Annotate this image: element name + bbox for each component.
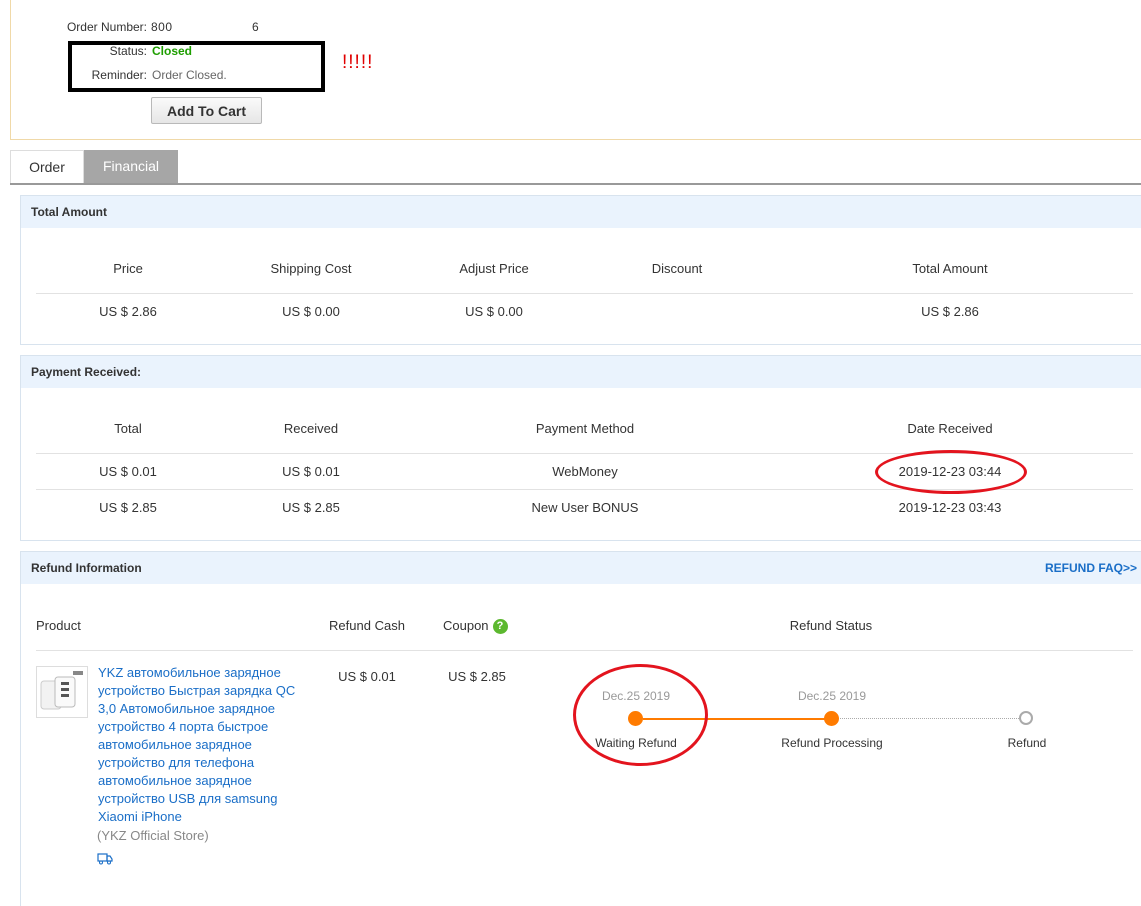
payment-row-2-method: New User BONUS [531,500,639,515]
refund-faq-link[interactable]: REFUND FAQ>> [1045,552,1137,584]
add-to-cart-button[interactable]: Add To Cart [151,97,262,124]
help-icon[interactable]: ? [492,619,508,635]
payment-received-panel: Payment Received: Total Received Payment… [20,355,1141,541]
col-refund-status: Refund Status [789,618,873,633]
payment-row-2-date: 2019-12-23 03:43 [898,500,1002,515]
payment-row-1-total: US $ 0.01 [99,464,157,479]
annotation-exclamation: !!!!! [342,52,374,73]
coupon-value: US $ 2.85 [448,669,506,684]
step-3-label: Refund [1007,736,1047,750]
col-product: Product [36,618,81,633]
product-name-link[interactable]: YKZ автомобильное зарядное устройство Бы… [98,664,313,826]
col-total-amount: Total Amount [912,261,988,276]
step-2-label: Refund Processing [781,736,883,750]
adjust-price-value: US $ 0.00 [465,304,523,319]
tab-financial[interactable]: Financial [84,150,178,183]
annotation-ellipse-date [875,450,1027,494]
charger-image-icon [40,671,83,710]
order-number-suffix: 6 [252,20,260,34]
total-amount-value: US $ 2.86 [921,304,979,319]
product-thumbnail[interactable] [36,666,88,718]
col-coupon-label: Coupon [443,618,489,633]
col-refund-cash: Refund Cash [329,618,405,633]
col-adjust-price: Adjust Price [459,261,529,276]
divider [36,650,1133,651]
annotation-highlight-box [68,41,325,92]
order-number-label: Order Number: [66,20,147,34]
total-amount-title: Total Amount [21,196,1141,228]
total-amount-panel: Total Amount Price Shipping Cost Adjust … [20,195,1141,345]
truck-icon[interactable] [97,852,113,868]
col-received: Received [283,421,339,436]
payment-row-2-total: US $ 2.85 [99,500,157,515]
shipping-cost-value: US $ 0.00 [282,304,340,319]
payment-row-2-received: US $ 2.85 [282,500,340,515]
store-name: (YKZ Official Store) [97,828,209,843]
progress-line-pending [832,718,1019,719]
payment-row-1-method: WebMoney [552,464,618,479]
step-2-dot [824,711,839,726]
payment-row-1-received: US $ 0.01 [282,464,340,479]
refund-info-title: Refund Information [31,561,142,575]
tab-bar: Order Financial [10,150,1141,185]
col-discount: Discount [651,261,703,276]
col-coupon: Coupon? [443,618,508,635]
refund-info-header: Refund Information REFUND FAQ>> [21,552,1141,584]
step-3-dot [1019,711,1033,725]
refund-cash-value: US $ 0.01 [338,669,396,684]
payment-received-title: Payment Received: [21,356,1141,388]
col-date-received: Date Received [907,421,993,436]
col-total: Total [114,421,142,436]
step-2-date: Dec.25 2019 [797,689,867,703]
col-shipping-cost: Shipping Cost [270,261,352,276]
annotation-ellipse-waiting-refund [573,664,708,766]
tab-order[interactable]: Order [10,150,84,183]
col-payment-method: Payment Method [535,421,635,436]
col-price: Price [113,261,143,276]
price-value: US $ 2.86 [99,304,157,319]
order-number-prefix: 800 [151,20,173,34]
divider [36,293,1133,294]
